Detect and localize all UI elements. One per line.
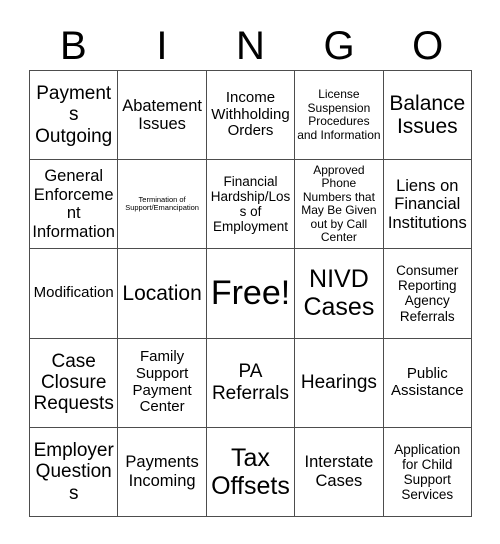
bingo-card: B I N G O Payments Outgoing Abatement Is… [0, 0, 500, 544]
bingo-cell-r1c5[interactable]: Balance Issues [383, 71, 472, 161]
bingo-cell-label: Financial Hardship/Loss of Employment [210, 174, 291, 235]
bingo-cell-r2c2[interactable]: Termination of Support/Emancipation [118, 160, 207, 250]
bingo-cell-r1c4[interactable]: License Suspension Procedures and Inform… [295, 71, 384, 161]
bingo-cell-label: Tax Offsets [211, 443, 290, 500]
bingo-cell-r1c2[interactable]: Abatement Issues [118, 71, 207, 161]
bingo-cell-r5c3[interactable]: Tax Offsets [206, 427, 296, 517]
bingo-cell-label: Payments Incoming [125, 453, 199, 490]
bingo-cell-r5c4[interactable]: Interstate Cases [295, 427, 384, 517]
bingo-cell-r3c4[interactable]: NIVD Cases [295, 249, 384, 339]
bingo-cell-r3c1[interactable]: Modification [30, 249, 119, 339]
bingo-cell-r1c3[interactable]: Income Withholding Orders [206, 71, 296, 161]
bingo-cell-label: Public Assistance [391, 364, 464, 399]
bingo-cell-label: Family Support Payment Center [132, 348, 192, 416]
bingo-header-letter-g: G [323, 24, 355, 68]
bingo-cell-r5c5[interactable]: Application for Child Support Services [383, 427, 472, 517]
bingo-cell-label: Abatement Issues [122, 96, 202, 134]
bingo-cell-label: General Enforcement Information [32, 167, 115, 241]
bingo-cell-label: Consumer Reporting Agency Referrals [396, 263, 459, 324]
bingo-cell-label: Income Withholding Orders [211, 88, 290, 140]
bingo-cell-r4c4[interactable]: Hearings [295, 338, 384, 428]
bingo-cell-label: Case Closure Requests [33, 350, 114, 415]
bingo-cell-label: Hearings [300, 372, 377, 394]
bingo-header-letter-b: B [59, 24, 87, 68]
bingo-cell-r4c3[interactable]: PA Referrals [206, 338, 296, 428]
bingo-cell-r4c2[interactable]: Family Support Payment Center [118, 338, 207, 428]
bingo-cell-label: License Suspension Procedures and Inform… [297, 87, 381, 142]
bingo-free-space-label: Free! [210, 274, 291, 313]
bingo-cell-label: Application for Child Support Services [394, 441, 461, 502]
bingo-cell-r2c1[interactable]: General Enforcement Information [30, 160, 119, 250]
bingo-cell-label: Interstate Cases [304, 453, 374, 490]
bingo-cell-label: Liens on Financial Institutions [387, 176, 467, 232]
bingo-cell-r2c5[interactable]: Liens on Financial Institutions [383, 160, 472, 250]
bingo-cell-label: Location [122, 281, 202, 305]
bingo-cell-label: Balance Issues [389, 91, 466, 139]
bingo-cell-label: PA Referrals [211, 361, 290, 404]
bingo-cell-r4c5[interactable]: Public Assistance [383, 338, 472, 428]
bingo-header-letter-i: I [156, 24, 168, 68]
bingo-cell-label: Modification [33, 284, 114, 302]
bingo-cell-r2c3[interactable]: Financial Hardship/Loss of Employment [206, 160, 296, 250]
bingo-cell-r5c2[interactable]: Payments Incoming [118, 427, 207, 517]
bingo-cell-label: NIVD Cases [303, 265, 375, 322]
bingo-cell-r1c1[interactable]: Payments Outgoing [30, 71, 119, 161]
bingo-header-letter-n: N [236, 24, 265, 68]
bingo-cell-label: Payments Outgoing [35, 83, 113, 147]
bingo-cell-r2c4[interactable]: Approved Phone Numbers that May Be Given… [295, 160, 384, 250]
bingo-cell-label: Approved Phone Numbers that May Be Given… [301, 162, 377, 245]
bingo-header-letter-o: O [412, 24, 444, 68]
bingo-cell-free-space[interactable]: Free! [206, 249, 296, 339]
bingo-cell-r4c1[interactable]: Case Closure Requests [30, 338, 119, 428]
bingo-cell-label: Employer Questions [33, 439, 114, 504]
bingo-header: B I N G O [29, 22, 472, 70]
bingo-grid: Payments Outgoing Abatement Issues Incom… [29, 70, 472, 517]
bingo-cell-label: Termination of Support/Emancipation [125, 194, 199, 213]
bingo-cell-r3c2[interactable]: Location [118, 249, 207, 339]
bingo-cell-r5c1[interactable]: Employer Questions [30, 427, 119, 517]
bingo-cell-r3c5[interactable]: Consumer Reporting Agency Referrals [383, 249, 472, 339]
